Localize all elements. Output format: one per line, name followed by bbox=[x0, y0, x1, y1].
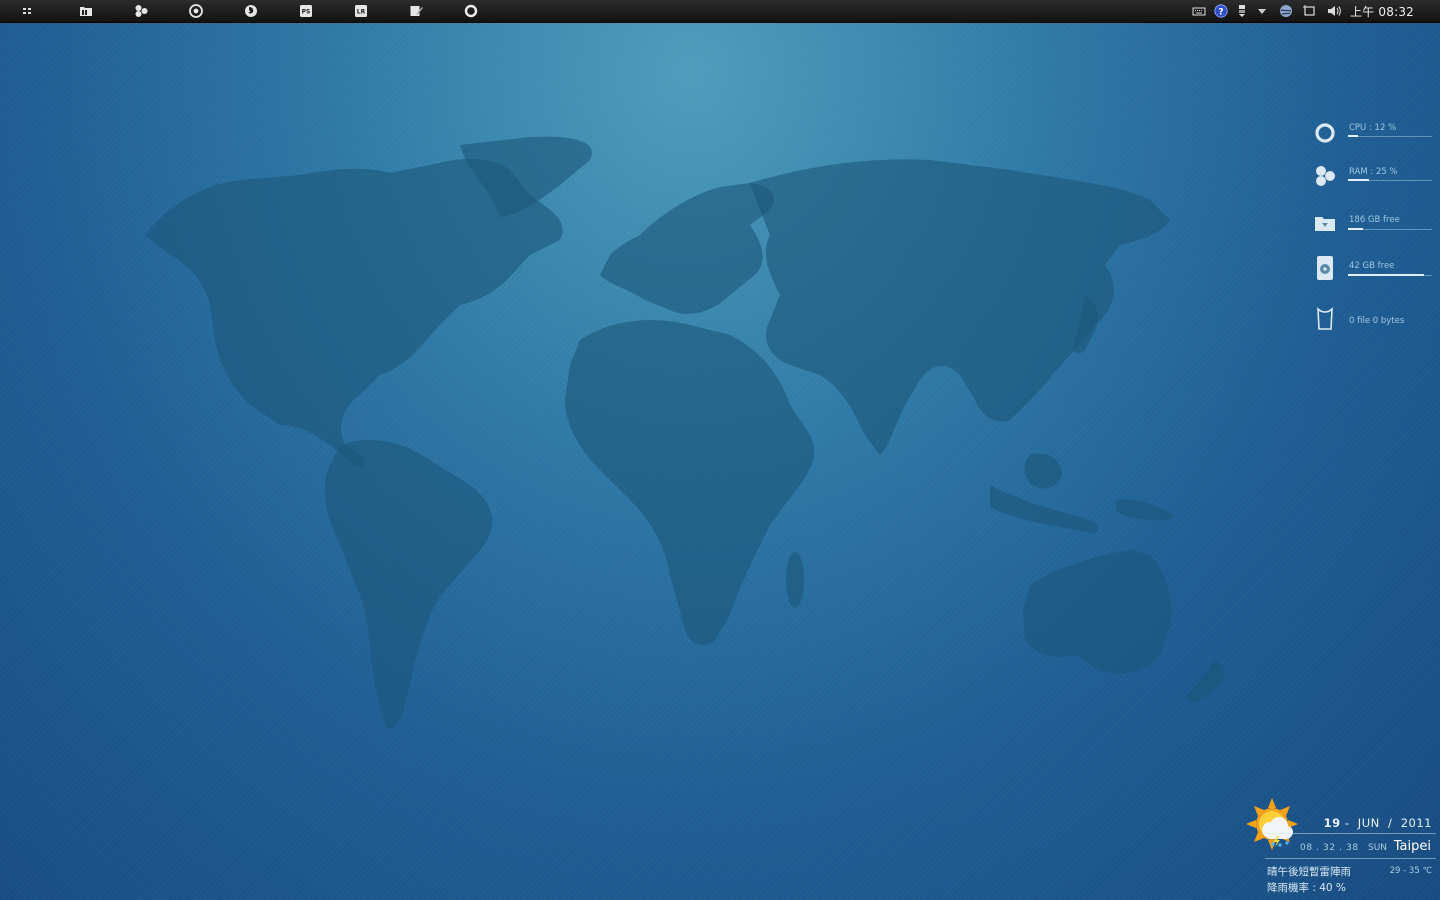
apps-grid-button[interactable] bbox=[18, 2, 36, 20]
keyboard-icon bbox=[1192, 7, 1206, 16]
weather-weekday: SUN bbox=[1368, 843, 1388, 853]
svg-text:?: ? bbox=[1218, 7, 1223, 17]
file-manager-button[interactable] bbox=[77, 2, 95, 20]
chrome-icon bbox=[189, 4, 203, 18]
globe-tray[interactable] bbox=[1277, 2, 1295, 20]
help-icon: ? bbox=[1214, 4, 1228, 18]
new-guinea-shape bbox=[1115, 499, 1175, 521]
tray-expand-icon bbox=[1258, 9, 1266, 14]
tray-expand-button[interactable] bbox=[1253, 2, 1271, 20]
ram-icon bbox=[1312, 163, 1338, 189]
ram-usage-bar bbox=[1348, 179, 1432, 181]
apps-grid-icon bbox=[23, 8, 31, 14]
australia-shape bbox=[1023, 550, 1172, 674]
indonesia-shape bbox=[990, 485, 1100, 533]
disk1-meter[interactable]: 186 GB free bbox=[1310, 210, 1436, 240]
notepad-button[interactable] bbox=[407, 2, 425, 20]
weather-condition: 晴午後短暫雷陣雨 bbox=[1267, 866, 1351, 878]
disk1-free-label: 186 GB free bbox=[1349, 215, 1400, 225]
weather-year: 2011 bbox=[1400, 816, 1432, 830]
disk1-usage-bar bbox=[1348, 228, 1432, 230]
cpu-icon bbox=[1312, 120, 1338, 146]
disk2-usage-bar bbox=[1348, 274, 1432, 276]
chrome-button[interactable] bbox=[187, 2, 205, 20]
europe-shape bbox=[600, 183, 774, 315]
disk2-free-label: 42 GB free bbox=[1349, 261, 1395, 271]
folder-icon bbox=[1312, 210, 1338, 236]
cpu-meter: CPU : 12 % bbox=[1310, 120, 1436, 150]
lightroom-icon: LR bbox=[355, 5, 367, 17]
photoshop-label: PS bbox=[302, 9, 311, 16]
africa-shape bbox=[565, 320, 815, 646]
taskbar: PS LR ? 上午 08:32 bbox=[0, 0, 1440, 23]
volume-tray[interactable] bbox=[1325, 2, 1343, 20]
display-tray[interactable] bbox=[1300, 2, 1318, 20]
lightroom-label: LR bbox=[357, 9, 366, 16]
photoshop-button[interactable]: PS bbox=[297, 2, 315, 20]
file-manager-icon bbox=[80, 7, 92, 16]
display-icon bbox=[1303, 5, 1315, 16]
ram-usage-label: RAM : 25 % bbox=[1349, 167, 1398, 177]
weather-divider-bottom bbox=[1265, 858, 1436, 859]
world-map-wallpaper bbox=[145, 136, 1225, 729]
recycle-bin-meter[interactable]: 0 file 0 bytes bbox=[1310, 306, 1436, 336]
asia-shape bbox=[750, 159, 1170, 456]
weather-city: Taipei bbox=[1393, 839, 1431, 854]
hard-drive-icon bbox=[1312, 255, 1338, 281]
help-tray[interactable]: ? bbox=[1212, 2, 1230, 20]
weather-day: 19 bbox=[1323, 816, 1341, 830]
recycle-bin-label: 0 file 0 bytes bbox=[1349, 316, 1405, 326]
weather-date-sep1: - bbox=[1344, 816, 1350, 830]
network-adapter-icon bbox=[1239, 5, 1245, 17]
firefox-button[interactable] bbox=[242, 2, 260, 20]
disk2-meter[interactable]: 42 GB free bbox=[1310, 255, 1436, 285]
system-monitor-icon bbox=[135, 5, 148, 17]
cpu-usage-bar bbox=[1348, 135, 1432, 137]
weather-divider-top bbox=[1265, 833, 1436, 834]
weather-time: 08 . 32 . 38 bbox=[1300, 843, 1359, 853]
circle-dock-button[interactable] bbox=[462, 2, 480, 20]
weather-widget: 19 - JUN / 2011 08 . 32 . 38 SUN Taipei … bbox=[1244, 798, 1440, 900]
sun-cloud-rain-icon bbox=[1246, 798, 1298, 850]
lightroom-button[interactable]: LR bbox=[352, 2, 370, 20]
system-monitor-button[interactable] bbox=[132, 2, 150, 20]
desktop: { "taskbar": { "launchers": [ {"icon": "… bbox=[0, 0, 1440, 900]
weather-date-sep2: / bbox=[1388, 816, 1393, 830]
recycle-bin-icon bbox=[1312, 306, 1338, 332]
photoshop-icon: PS bbox=[300, 5, 312, 17]
weather-temperature: 29 - 35 ℃ bbox=[1389, 866, 1432, 876]
keyboard-tray[interactable] bbox=[1190, 2, 1208, 20]
notepad-icon bbox=[410, 6, 423, 16]
globe-icon bbox=[1280, 5, 1292, 17]
south-america-shape bbox=[324, 440, 493, 729]
new-zealand-shape bbox=[1186, 660, 1225, 703]
weather-month: JUN bbox=[1357, 816, 1380, 830]
weather-date: 19 - JUN / 2011 bbox=[1324, 816, 1432, 830]
circle-dock-icon bbox=[464, 4, 478, 18]
taskbar-clock[interactable]: 上午 08:32 bbox=[1350, 3, 1414, 20]
ram-meter: RAM : 25 % bbox=[1310, 163, 1436, 193]
volume-icon bbox=[1328, 6, 1341, 16]
madagascar-shape bbox=[786, 552, 804, 608]
borneo-shape bbox=[1024, 453, 1062, 489]
cpu-usage-label: CPU : 12 % bbox=[1349, 123, 1397, 133]
firefox-icon bbox=[245, 5, 257, 17]
network-adapter-tray[interactable] bbox=[1233, 2, 1251, 20]
weather-rain-chance: 降雨機率 : 40 % bbox=[1267, 882, 1346, 894]
